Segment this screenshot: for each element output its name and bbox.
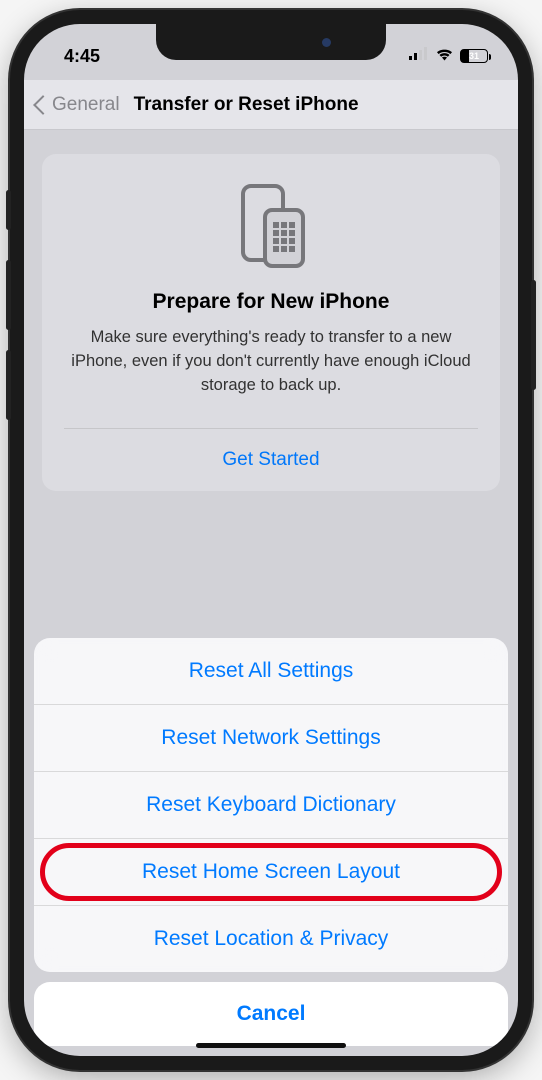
reset-network-settings-item[interactable]: Reset Network Settings (34, 705, 508, 772)
screen: 4:45 31 General Transfer (24, 24, 518, 1056)
volume-down (6, 350, 11, 420)
highlight-ring-icon (40, 843, 502, 901)
cancel-button[interactable]: Cancel (34, 982, 508, 1046)
action-sheet-backdrop[interactable]: Reset All Settings Reset Network Setting… (24, 24, 518, 1056)
action-sheet: Reset All Settings Reset Network Setting… (34, 638, 508, 972)
camera-dot-icon (322, 38, 331, 47)
wifi-icon (435, 47, 454, 66)
mute-switch (6, 190, 11, 230)
battery-percent: 31 (461, 51, 487, 61)
cellular-icon (409, 47, 429, 65)
phone-frame: 4:45 31 General Transfer (10, 10, 532, 1070)
reset-location-privacy-item[interactable]: Reset Location & Privacy (34, 906, 508, 972)
power-button (531, 280, 536, 390)
reset-home-screen-layout-item[interactable]: Reset Home Screen Layout (34, 839, 508, 906)
battery-icon: 31 (460, 49, 488, 63)
reset-keyboard-dictionary-item[interactable]: Reset Keyboard Dictionary (34, 772, 508, 839)
status-right: 31 (409, 47, 488, 66)
status-time: 4:45 (64, 46, 100, 67)
volume-up (6, 260, 11, 330)
reset-all-settings-item[interactable]: Reset All Settings (34, 638, 508, 705)
notch (156, 24, 386, 60)
home-indicator[interactable] (196, 1043, 346, 1048)
